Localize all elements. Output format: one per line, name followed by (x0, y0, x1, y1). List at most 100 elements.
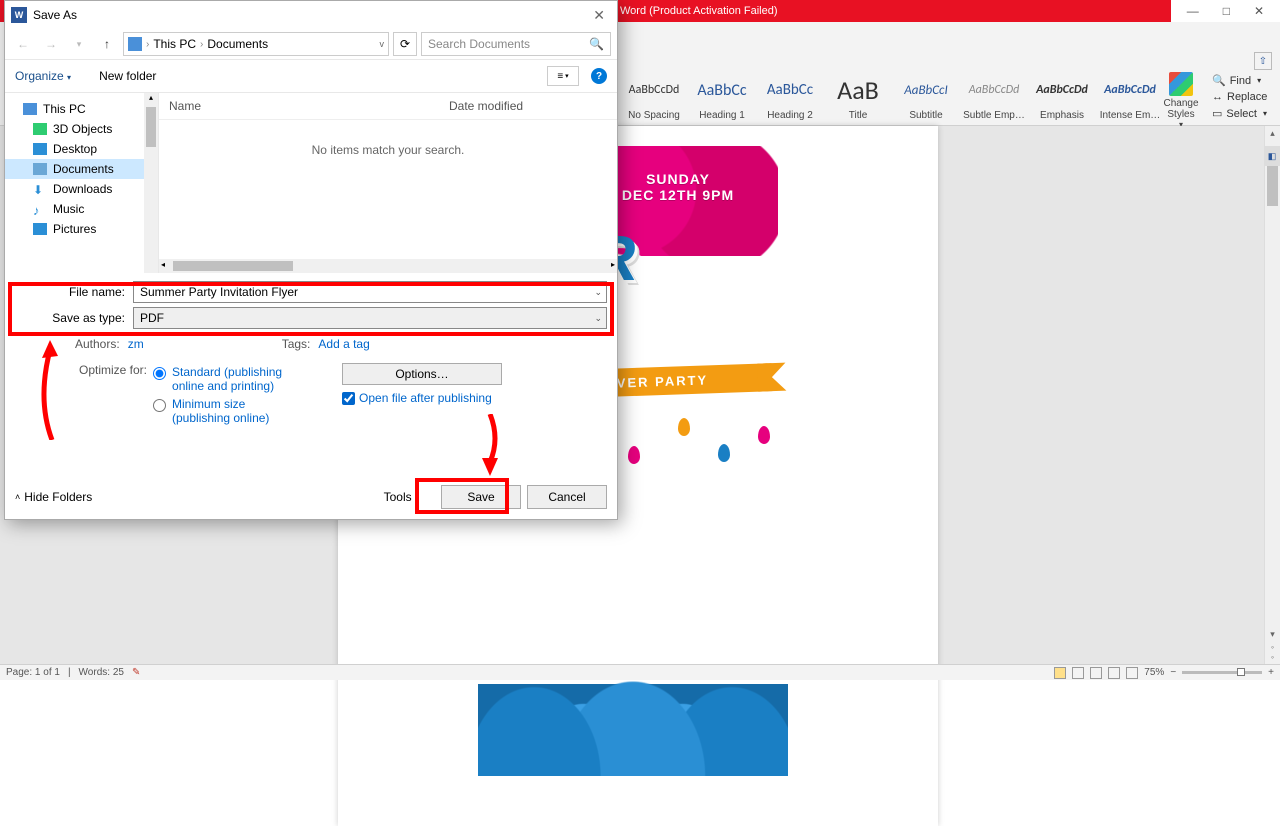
change-styles-icon (1169, 72, 1193, 96)
save-as-dialog: W Save As ✕ ← → ▾ ↑ › This PC › Document… (4, 0, 618, 520)
dialog-titlebar: W Save As ✕ (5, 1, 617, 29)
replace-button[interactable]: ↔Replace (1212, 89, 1267, 105)
select-button[interactable]: ▭Select▾ (1212, 105, 1267, 122)
options-button[interactable]: Options… (342, 363, 502, 385)
navpane-scrollbar[interactable]: ▴ (144, 93, 158, 273)
tags-label: Tags: (282, 337, 311, 351)
chevron-down-icon[interactable]: ⌄ (594, 313, 602, 324)
search-input[interactable]: Search Documents 🔍 (421, 32, 611, 56)
file-list-scrollbar[interactable]: ◂▸ (159, 259, 617, 273)
style-no-spacing[interactable]: AaBbCcDdNo Spacing (620, 72, 688, 121)
dialog-toolbar: Organize ▾ New folder ≡ ▾ ? (5, 59, 617, 93)
style-heading-2[interactable]: AaBbCcHeading 2 (756, 72, 824, 121)
optimize-label: Optimize for: (79, 363, 147, 427)
view-web-icon[interactable] (1090, 667, 1102, 679)
zoom-slider[interactable] (1182, 671, 1262, 674)
style-intense-em-[interactable]: AaBbCcDdIntense Em… (1096, 72, 1164, 121)
find-icon: 🔍 (1212, 74, 1226, 87)
status-page[interactable]: Page: 1 of 1 (6, 667, 60, 678)
scroll-down-icon[interactable]: ▾ (1265, 629, 1280, 640)
nav-back-icon: ← (11, 32, 35, 56)
nav-up-icon[interactable]: ↑ (95, 32, 119, 56)
chevron-up-icon: ˄ (15, 492, 20, 502)
refresh-icon[interactable]: ⟳ (393, 32, 417, 56)
folder-icon (33, 123, 47, 135)
filename-input[interactable]: Summer Party Invitation Flyer ⌄ (133, 281, 607, 303)
window-close-icon[interactable]: ✕ (1254, 4, 1264, 18)
dialog-nav: ← → ▾ ↑ › This PC › Documents v ⟳ Search… (5, 29, 617, 59)
style-subtle-emp-[interactable]: AaBbCcDdSubtle Emp… (960, 72, 1028, 121)
style-emphasis[interactable]: AaBbCcDdEmphasis (1028, 72, 1096, 121)
save-button[interactable]: Save (441, 485, 521, 509)
navpane-item-downloads[interactable]: ⬇Downloads (5, 179, 158, 199)
window-minimize-icon[interactable]: — (1187, 4, 1199, 18)
pc-icon (23, 103, 37, 115)
navpane-this-pc[interactable]: This PC (5, 99, 158, 119)
side-panel-toggle[interactable]: ◧ (1264, 146, 1280, 166)
view-draft-icon[interactable] (1126, 667, 1138, 679)
hide-folders-button[interactable]: ˄Hide Folders (15, 490, 92, 504)
navpane-item-desktop[interactable]: Desktop (5, 139, 158, 159)
open-after-checkbox[interactable]: Open file after publishing (342, 391, 502, 405)
proofing-icon[interactable]: ✎ (132, 667, 140, 678)
dialog-close-icon[interactable]: ✕ (587, 7, 611, 24)
folder-icon (33, 143, 47, 155)
authors-value[interactable]: zm (128, 337, 144, 351)
filetype-label: Save as type: (15, 311, 133, 325)
filename-label: File name: (15, 285, 133, 299)
optimize-standard-radio[interactable]: Standard (publishing online and printing… (153, 363, 302, 395)
authors-label: Authors: (75, 337, 120, 351)
status-bar: Page: 1 of 1 | Words: 25 ✎ 75% − + (0, 664, 1280, 680)
style-subtitle[interactable]: AaBbCcISubtitle (892, 72, 960, 121)
navpane-item-pictures[interactable]: Pictures (5, 219, 158, 239)
file-list-header[interactable]: Name Date modified (159, 93, 617, 120)
chevron-right-icon: › (146, 39, 149, 50)
status-words[interactable]: Words: 25 (79, 667, 124, 678)
folder-icon (33, 223, 47, 235)
dialog-title: Save As (33, 8, 77, 22)
vertical-scrollbar[interactable]: ▴ ▾ ◦ ◦ (1264, 126, 1280, 664)
organize-button[interactable]: Organize ▾ (15, 69, 71, 83)
zoom-out-icon[interactable]: − (1170, 667, 1176, 678)
change-styles-button[interactable]: Change Styles ▾ (1160, 72, 1202, 129)
view-mode-button[interactable]: ≡ ▾ (547, 66, 579, 86)
style-heading-1[interactable]: AaBbCcHeading 1 (688, 72, 756, 121)
word-icon: W (11, 7, 27, 23)
cancel-button[interactable]: Cancel (527, 485, 607, 509)
view-read-icon[interactable] (1054, 667, 1066, 679)
search-placeholder: Search Documents (428, 37, 530, 51)
share-icon[interactable]: ⇧ (1254, 52, 1272, 70)
replace-icon: ↔ (1212, 91, 1223, 103)
zoom-level[interactable]: 75% (1144, 667, 1164, 678)
find-button[interactable]: 🔍Find▾ (1212, 72, 1267, 89)
column-name[interactable]: Name (169, 99, 449, 113)
view-outline-icon[interactable] (1108, 667, 1120, 679)
folder-icon (33, 163, 47, 175)
scroll-up-icon[interactable]: ▴ (1265, 128, 1280, 139)
column-date[interactable]: Date modified (449, 99, 523, 113)
address-bar[interactable]: › This PC › Documents v (123, 32, 389, 56)
optimize-minimum-radio[interactable]: Minimum size (publishing online) (153, 395, 302, 427)
zoom-in-icon[interactable]: + (1268, 667, 1274, 678)
chevron-down-icon[interactable]: ⌄ (594, 287, 602, 298)
nav-recent-icon[interactable]: ▾ (67, 32, 91, 56)
breadcrumb-folder[interactable]: Documents (207, 37, 268, 51)
next-page-icon[interactable]: ◦ (1265, 652, 1280, 662)
window-restore-icon[interactable]: □ (1223, 4, 1230, 18)
breadcrumb-root[interactable]: This PC (153, 37, 196, 51)
style-title[interactable]: AaBTitle (824, 72, 892, 121)
file-list: Name Date modified No items match your s… (159, 93, 617, 273)
view-print-icon[interactable] (1072, 667, 1084, 679)
navpane-item-documents[interactable]: Documents (5, 159, 158, 179)
tools-dropdown[interactable]: Tools ▾ (384, 490, 419, 504)
styles-gallery[interactable]: AaBbCcDdNo SpacingAaBbCcHeading 1AaBbCcH… (620, 72, 1164, 121)
prev-page-icon[interactable]: ◦ (1265, 642, 1280, 652)
select-icon: ▭ (1212, 107, 1222, 120)
filetype-dropdown[interactable]: PDF ⌄ (133, 307, 607, 329)
address-dropdown-icon[interactable]: v (380, 39, 385, 49)
new-folder-button[interactable]: New folder (99, 69, 156, 83)
navpane-item-music[interactable]: ♪Music (5, 199, 158, 219)
help-icon[interactable]: ? (591, 68, 607, 84)
tags-value[interactable]: Add a tag (318, 337, 369, 351)
navpane-item-3d-objects[interactable]: 3D Objects (5, 119, 158, 139)
